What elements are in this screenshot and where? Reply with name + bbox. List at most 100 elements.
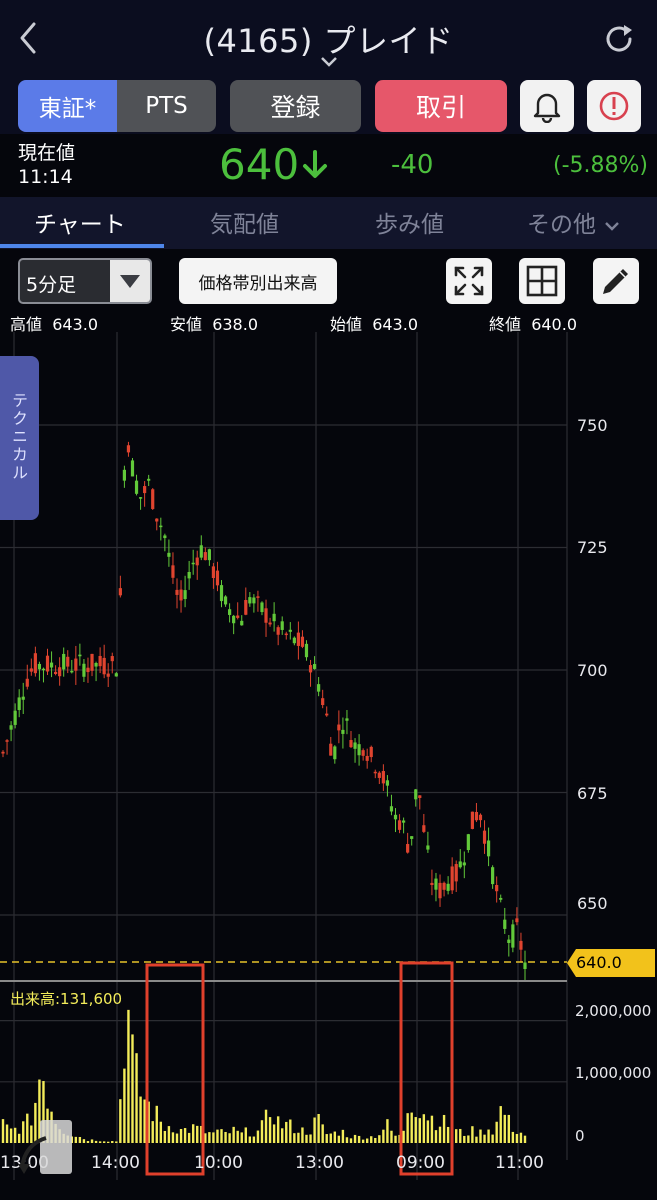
volume-bar bbox=[349, 1138, 353, 1143]
volume-bar bbox=[9, 1128, 13, 1143]
pencil-icon[interactable] bbox=[593, 258, 639, 304]
candle-body bbox=[357, 744, 361, 756]
candle-body bbox=[353, 742, 357, 749]
dropdown-arrow-icon[interactable] bbox=[110, 260, 150, 302]
pts-market-button[interactable]: PTS bbox=[117, 80, 216, 132]
candle-body bbox=[491, 867, 495, 885]
volume-bar bbox=[455, 1129, 458, 1143]
candle-body bbox=[486, 840, 491, 857]
candle-body bbox=[515, 918, 519, 923]
candle-body bbox=[175, 589, 179, 595]
volume-bar bbox=[446, 1126, 450, 1143]
volume-bar bbox=[143, 1099, 146, 1143]
highlight-box-1 bbox=[145, 963, 205, 1176]
candle-body bbox=[410, 836, 414, 839]
alert-button[interactable] bbox=[520, 80, 574, 132]
candle-body bbox=[523, 962, 527, 970]
volume-bar bbox=[402, 1130, 405, 1143]
candle-body bbox=[418, 795, 422, 798]
chart-navigation-icon[interactable] bbox=[16, 1118, 74, 1176]
candle-body bbox=[49, 662, 54, 668]
candle-body bbox=[434, 878, 438, 890]
candle-body bbox=[341, 729, 345, 734]
candle-body bbox=[195, 557, 199, 566]
tab-trades[interactable]: 歩み値 bbox=[375, 205, 444, 239]
candle-body bbox=[74, 658, 78, 671]
candle-body bbox=[329, 743, 333, 756]
candle-body bbox=[442, 882, 446, 890]
candle-body bbox=[21, 696, 25, 700]
volume-bar bbox=[357, 1135, 361, 1143]
candle-body bbox=[9, 725, 13, 730]
candle-body bbox=[58, 667, 62, 677]
candle-body bbox=[304, 643, 309, 658]
volume-bar bbox=[422, 1114, 426, 1143]
volume-bar bbox=[463, 1135, 466, 1143]
x-tick-3: 10:00 bbox=[194, 1153, 243, 1173]
volume-bar bbox=[208, 1132, 211, 1143]
volume-bar bbox=[155, 1105, 158, 1143]
volume-bar bbox=[139, 1096, 142, 1143]
candle-body bbox=[519, 940, 523, 950]
chevron-down-icon[interactable] bbox=[319, 54, 339, 68]
volume-bar bbox=[430, 1115, 434, 1143]
candle-body bbox=[114, 673, 118, 677]
tab-quotes[interactable]: 気配値 bbox=[210, 205, 279, 239]
volume-bar bbox=[370, 1136, 373, 1143]
volume-label: 出来高:131,600 bbox=[10, 990, 123, 1008]
info-button[interactable] bbox=[587, 80, 641, 132]
trade-button[interactable]: 取引 bbox=[375, 80, 507, 132]
candle-body bbox=[102, 657, 106, 675]
tab-chart[interactable]: チャート bbox=[34, 205, 126, 239]
tab-other[interactable]: その他 bbox=[527, 205, 621, 239]
refresh-icon[interactable] bbox=[600, 20, 638, 58]
candle-body bbox=[361, 750, 365, 756]
candle-body bbox=[106, 673, 110, 677]
volume-bar bbox=[459, 1128, 462, 1143]
candle-body bbox=[215, 570, 220, 586]
volume-bar bbox=[224, 1131, 227, 1143]
candle-body bbox=[482, 830, 487, 844]
candle-body bbox=[426, 845, 430, 850]
volume-bar bbox=[321, 1124, 324, 1143]
x-tick-6: 11:00 bbox=[495, 1153, 544, 1173]
candle-body bbox=[82, 663, 86, 677]
active-tab-indicator bbox=[0, 244, 164, 248]
tse-market-button[interactable]: 東証* bbox=[18, 80, 117, 132]
volume-bar bbox=[442, 1114, 446, 1143]
candle-body bbox=[349, 739, 353, 748]
candle-body bbox=[143, 486, 147, 494]
volume-bar bbox=[353, 1134, 357, 1143]
down-arrow-icon bbox=[303, 150, 327, 178]
candle-body bbox=[248, 597, 252, 604]
volume-bar bbox=[159, 1121, 163, 1143]
volume-bar bbox=[523, 1135, 527, 1143]
volume-bar bbox=[281, 1128, 284, 1143]
volume-bar bbox=[361, 1139, 365, 1143]
volume-bar bbox=[345, 1137, 349, 1143]
candle-body bbox=[240, 620, 244, 626]
register-button[interactable]: 登録 bbox=[230, 80, 361, 132]
volume-bar bbox=[410, 1112, 413, 1143]
volume-bar bbox=[111, 1141, 114, 1143]
volume-bar bbox=[390, 1130, 393, 1143]
price-chart[interactable] bbox=[0, 332, 657, 1192]
candle-body bbox=[179, 589, 183, 601]
volume-bar bbox=[341, 1129, 345, 1143]
candle-body bbox=[86, 667, 90, 673]
volume-bar bbox=[244, 1127, 247, 1143]
candle-body bbox=[450, 866, 454, 891]
grid-layout-icon[interactable] bbox=[519, 258, 565, 304]
candle-body bbox=[276, 627, 280, 635]
volume-bar bbox=[167, 1126, 171, 1143]
volume-bar bbox=[317, 1114, 320, 1143]
candle-body bbox=[151, 489, 155, 509]
candle-body bbox=[373, 771, 377, 774]
volume-profile-button[interactable]: 価格帯別出来高 bbox=[179, 258, 337, 304]
expand-icon[interactable] bbox=[446, 258, 492, 304]
volume-bar bbox=[325, 1134, 328, 1143]
candle-body bbox=[159, 525, 163, 528]
volume-bar bbox=[418, 1118, 421, 1143]
candle-body bbox=[41, 668, 46, 671]
candle-body bbox=[345, 718, 349, 721]
